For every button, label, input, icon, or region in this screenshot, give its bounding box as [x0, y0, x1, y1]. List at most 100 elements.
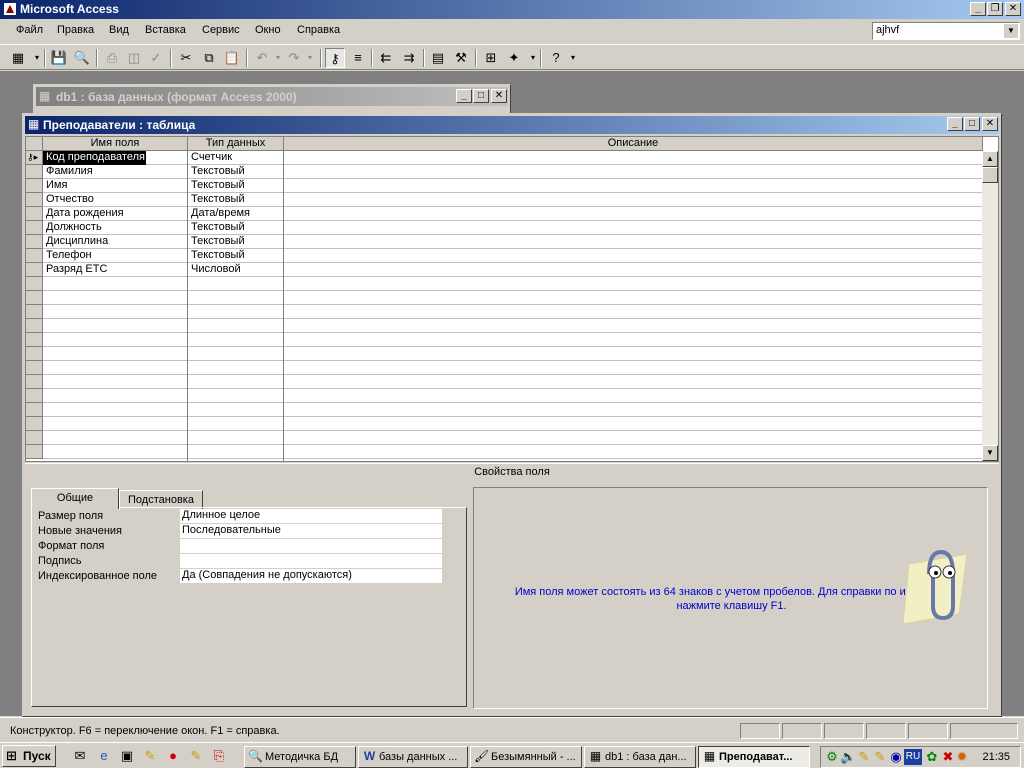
app-title-bar[interactable]: Microsoft Access _ ❐ ✕ [0, 0, 1024, 19]
prop-value-format[interactable] [180, 539, 442, 553]
table-row[interactable]: Дата рождения Дата/время [43, 207, 983, 221]
field-name-cell[interactable]: Дисциплина [43, 235, 108, 249]
scroll-up-icon[interactable]: ▲ [982, 151, 998, 167]
row-selector[interactable] [26, 389, 43, 403]
internet-explorer-icon[interactable]: e [96, 748, 112, 764]
table-row[interactable]: Дисциплина Текстовый [43, 235, 983, 249]
data-type-cell[interactable]: Дата/время [188, 207, 250, 221]
acrobat-icon[interactable]: ⎘ [211, 748, 227, 764]
row-selector[interactable] [26, 375, 43, 389]
prop-value-field-size[interactable]: Длинное целое [180, 509, 442, 523]
row-selector[interactable] [26, 277, 43, 291]
table-row[interactable] [43, 389, 983, 403]
table-row[interactable]: Разряд ЕТС Числовой [43, 263, 983, 277]
row-selector[interactable] [26, 165, 43, 179]
properties-icon[interactable]: ▤ [428, 48, 448, 68]
tray-icon[interactable]: ✹ [954, 749, 970, 765]
office-assistant-clippy-icon[interactable] [899, 544, 969, 634]
volume-icon[interactable]: 🔈 [840, 749, 856, 765]
table-close-button[interactable]: ✕ [982, 117, 998, 131]
menu-file[interactable]: Файл [16, 24, 43, 36]
data-type-cell[interactable]: Счетчик [188, 151, 232, 165]
restore-button[interactable]: ❐ [987, 2, 1003, 16]
db-minimize-button[interactable]: _ [456, 89, 472, 103]
table-row[interactable]: Код преподавателя Счетчик [43, 151, 983, 165]
media-player-icon[interactable]: ● [165, 748, 181, 764]
row-selector[interactable] [26, 221, 43, 235]
show-desktop-icon[interactable]: ▣ [119, 748, 135, 764]
ask-question-box[interactable]: ajhvf ▼ [872, 22, 1020, 40]
task-button[interactable]: 🖌 Безымянный - ... [470, 746, 582, 768]
table-row[interactable] [43, 347, 983, 361]
table-row[interactable]: Отчество Текстовый [43, 193, 983, 207]
table-row[interactable] [43, 319, 983, 333]
row-selector[interactable] [26, 403, 43, 417]
table-window-title-bar[interactable]: ▦ Преподаватели : таблица _ □ ✕ [25, 116, 999, 134]
delete-rows-icon[interactable]: ⇉ [399, 48, 419, 68]
vertical-scrollbar[interactable]: ▲ ▼ [982, 151, 998, 461]
field-name-cell[interactable]: Разряд ЕТС [43, 263, 107, 277]
table-row[interactable] [43, 403, 983, 417]
prop-value-new-values[interactable]: Последовательные [180, 524, 442, 538]
row-selector[interactable] [26, 417, 43, 431]
row-selector[interactable] [26, 361, 43, 375]
paste-icon[interactable]: 📋 [222, 48, 242, 68]
outlook-icon[interactable]: ✉ [72, 748, 88, 764]
row-selector[interactable] [26, 235, 43, 249]
table-row[interactable] [43, 333, 983, 347]
column-header-field-name[interactable]: Имя поля [43, 137, 188, 151]
menu-tools[interactable]: Сервис [202, 24, 240, 36]
tray-icon[interactable]: ⚙ [824, 749, 840, 765]
data-type-cell[interactable]: Текстовый [188, 179, 245, 193]
tab-general[interactable]: Общие [31, 488, 119, 509]
row-selector[interactable] [26, 249, 43, 263]
row-selector[interactable] [26, 305, 43, 319]
table-row[interactable] [43, 277, 983, 291]
menu-insert[interactable]: Вставка [145, 24, 186, 36]
table-maximize-button[interactable]: □ [964, 117, 980, 131]
scroll-down-icon[interactable]: ▼ [982, 445, 998, 461]
language-indicator[interactable]: RU [904, 749, 922, 765]
database-window[interactable]: ▦ db1 : база данных (формат Access 2000)… [33, 84, 511, 114]
menu-window[interactable]: Окно [255, 24, 281, 36]
field-name-cell[interactable]: Телефон [43, 249, 92, 263]
minimize-button[interactable]: _ [970, 2, 986, 16]
field-name-cell[interactable]: Имя [43, 179, 67, 193]
field-name-cell[interactable]: Фамилия [43, 165, 93, 179]
table-row[interactable]: Телефон Текстовый [43, 249, 983, 263]
table-row[interactable] [43, 417, 983, 431]
tray-icon[interactable]: ✎ [856, 749, 872, 765]
save-icon[interactable]: 💾 [49, 48, 69, 68]
database-window-title-bar[interactable]: ▦ db1 : база данных (формат Access 2000)… [36, 87, 508, 106]
tray-icon[interactable]: ✎ [872, 749, 888, 765]
tray-icon[interactable]: ✿ [924, 749, 940, 765]
data-type-cell[interactable]: Числовой [188, 263, 241, 277]
db-close-button[interactable]: ✕ [491, 89, 507, 103]
table-row[interactable] [43, 361, 983, 375]
search-icon[interactable]: 🔍 [72, 48, 92, 68]
view-icon[interactable]: ▦ [8, 48, 28, 68]
table-row[interactable] [43, 375, 983, 389]
field-name-cell[interactable]: Должность [43, 221, 102, 235]
chevron-down-icon[interactable]: ▼ [1004, 24, 1018, 38]
chevron-down-icon[interactable]: ▾ [300, 48, 320, 68]
row-selector[interactable] [26, 333, 43, 347]
field-name-cell[interactable]: Код преподавателя [43, 151, 146, 165]
copy-icon[interactable]: ⧉ [199, 48, 219, 68]
prop-value-caption[interactable] [180, 554, 442, 568]
row-selector[interactable] [26, 347, 43, 361]
row-selector[interactable] [26, 207, 43, 221]
cut-icon[interactable]: ✂ [176, 48, 196, 68]
field-grid[interactable]: Имя поля Тип данных Описание ⚷▸ Код препо… [25, 136, 999, 462]
task-button[interactable]: ▦ db1 : база дан... [584, 746, 696, 768]
data-type-cell[interactable]: Текстовый [188, 165, 245, 179]
row-selector[interactable] [26, 431, 43, 445]
table-row[interactable] [43, 431, 983, 445]
row-selector[interactable] [26, 193, 43, 207]
table-row[interactable]: Имя Текстовый [43, 179, 983, 193]
quicklaunch-icon[interactable]: ✎ [188, 748, 204, 764]
row-selector[interactable]: ⚷▸ [26, 151, 43, 165]
field-name-cell[interactable]: Дата рождения [43, 207, 124, 221]
database-window-icon[interactable]: ⊞ [481, 48, 501, 68]
row-selector[interactable] [26, 263, 43, 277]
